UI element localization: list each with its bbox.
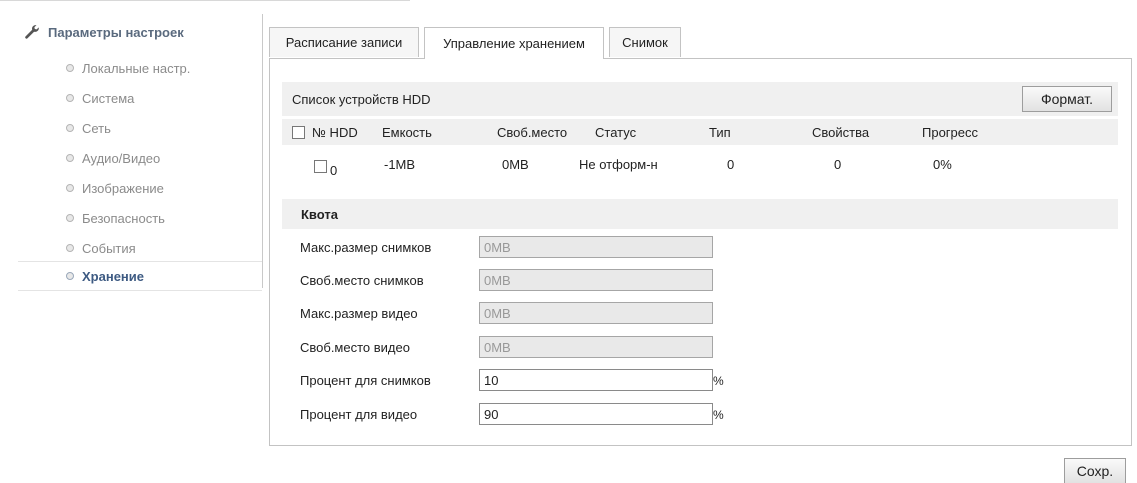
settings-sidebar: Параметры настроек Локальные настр. Сист… [18,14,263,291]
video-percent-label: Процент для видео [300,407,418,422]
select-all-checkbox[interactable] [292,126,305,139]
free-snapshot-space-label: Своб.место снимков [300,273,424,288]
bullet-icon [66,184,74,192]
sidebar-item-label: Сеть [82,120,111,136]
free-video-space-label: Своб.место видео [300,340,410,355]
bullet-icon [66,154,74,162]
snapshot-percent-input[interactable] [479,369,713,391]
sidebar-item-label: Изображение [82,180,164,196]
sidebar-header: Параметры настроек [24,22,184,42]
bullet-icon [66,214,74,222]
sidebar-item-image[interactable]: Изображение [18,173,262,203]
format-button[interactable]: Формат. [1022,86,1112,112]
wrench-icon [25,25,39,39]
col-type: Тип [709,125,731,140]
hdd-property: 0 [834,157,842,172]
sidebar-item-network[interactable]: Сеть [18,113,262,143]
hdd-free-space: 0MB [502,157,529,172]
quota-header: Квота [282,199,1118,229]
hdd-type: 0 [727,157,735,172]
col-hdd-no: № HDD [312,125,358,140]
bullet-icon [66,244,74,252]
hdd-table-header: № HDD Емкость Своб.место Статус Тип Свой… [282,119,1118,145]
col-free-space: Своб.место [497,125,568,140]
bullet-icon [66,272,74,280]
video-percent-input[interactable] [479,403,713,425]
free-snapshot-space-field [479,269,713,291]
bullet-icon [66,124,74,132]
tab-label: Расписание записи [285,35,403,50]
tab-record-schedule[interactable]: Расписание записи [269,27,419,57]
sidebar-item-label: Аудио/Видео [82,150,161,166]
sidebar-item-system[interactable]: Система [18,83,262,113]
save-button[interactable]: Сохр. [1064,458,1126,483]
sidebar-item-label: События [82,240,136,256]
max-video-size-field [479,302,713,324]
sidebar-item-label: Безопасность [82,210,165,226]
sidebar-item-storage[interactable]: Хранение [18,261,262,291]
free-video-space-field [479,336,713,358]
hdd-status: Не отформ-н [579,157,658,172]
sidebar-item-label: Система [82,90,135,106]
sidebar-item-events[interactable]: События [18,233,262,263]
sidebar-item-local[interactable]: Локальные настр. [18,53,262,83]
tab-label: Управление хранением [443,36,585,51]
max-snapshot-size-label: Макс.размер снимков [300,240,432,255]
storage-panel: Список устройств HDD Формат. № HDD Емкос… [269,58,1132,446]
hdd-progress: 0% [933,157,952,172]
snapshot-percent-label: Процент для снимков [300,373,431,388]
hdd-list-header: Список устройств HDD Формат. [282,82,1118,116]
col-capacity: Емкость [382,125,432,140]
bullet-icon [66,64,74,72]
tab-storage-management[interactable]: Управление хранением [424,27,604,59]
max-video-size-label: Макс.размер видео [300,306,418,321]
sidebar-item-security[interactable]: Безопасность [18,203,262,233]
max-snapshot-size-field [479,236,713,258]
sidebar-item-label: Локальные настр. [82,60,191,76]
tab-snapshot[interactable]: Снимок [609,27,681,57]
quota-title: Квота [301,207,338,222]
col-property: Свойства [812,125,870,140]
col-status: Статус [595,125,637,140]
sidebar-item-label: Хранение [82,268,144,284]
hdd-list-title: Список устройств HDD [292,92,431,107]
top-divider [0,0,410,1]
sidebar-item-audio-video[interactable]: Аудио/Видео [18,143,262,173]
col-progress: Прогресс [922,125,979,140]
sidebar-title: Параметры настроек [48,24,184,40]
video-percent-unit: % [713,408,724,422]
hdd-capacity: -1MB [384,157,416,172]
hdd-no: 0 [330,163,338,178]
hdd-row-checkbox[interactable] [314,160,327,173]
snapshot-percent-unit: % [713,374,724,388]
bullet-icon [66,94,74,102]
tab-label: Снимок [622,35,668,50]
